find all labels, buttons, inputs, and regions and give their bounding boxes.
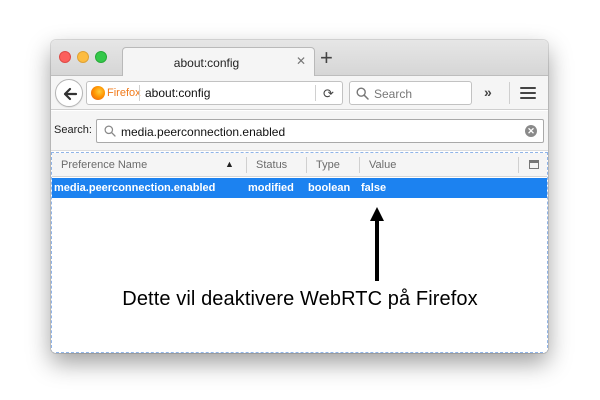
column-header-status[interactable]: Status [256, 159, 287, 171]
config-search-label: Search: [54, 124, 92, 136]
column-divider[interactable] [359, 157, 360, 173]
overflow-chevron-icon[interactable]: » [484, 84, 492, 100]
config-search-value: media.peerconnection.enabled [121, 125, 286, 139]
close-tab-icon[interactable]: ✕ [296, 54, 306, 68]
cell-status: modified [248, 182, 294, 194]
column-divider[interactable] [518, 157, 519, 173]
cell-value: false [361, 182, 387, 194]
url-text[interactable]: about:config [145, 86, 210, 100]
navigation-bar: Firefox about:config ⟳ Search » [51, 76, 548, 110]
new-tab-button[interactable]: + [320, 47, 333, 69]
annotation-caption: Dette vil deaktivere WebRTC på Firefox [122, 288, 478, 310]
column-divider[interactable] [246, 157, 247, 173]
table-row[interactable]: media.peerconnection.enabled modified bo… [52, 178, 547, 198]
clear-search-icon[interactable]: ✕ [525, 125, 537, 137]
zoom-window-button[interactable] [95, 51, 107, 63]
column-picker-icon[interactable] [529, 160, 539, 169]
config-search-input[interactable]: media.peerconnection.enabled ✕ [96, 119, 544, 143]
table-header: Preference Name ▲ Status Type Value [52, 153, 547, 177]
firefox-logo-icon [91, 86, 105, 100]
preferences-table: Preference Name ▲ Status Type Value medi… [51, 152, 548, 353]
cell-preference-name: media.peerconnection.enabled [54, 182, 216, 194]
column-header-value[interactable]: Value [369, 159, 396, 171]
config-search-row: Search: media.peerconnection.enabled ✕ [51, 111, 548, 151]
tab-title: about:config [173, 56, 240, 70]
search-icon [356, 87, 369, 100]
back-arrow-icon [63, 87, 78, 101]
url-separator [139, 85, 140, 101]
column-divider[interactable] [306, 157, 307, 173]
cell-type: boolean [308, 182, 351, 194]
tab-about-config[interactable]: about:config ✕ [122, 47, 315, 77]
url-bar[interactable]: Firefox about:config ⟳ [86, 81, 343, 105]
tab-strip: about:config ✕ + [51, 40, 548, 77]
search-placeholder: Search [374, 87, 413, 101]
annotation-arrow-icon [370, 207, 384, 281]
column-header-preference-name[interactable]: Preference Name [61, 159, 147, 171]
reload-separator [315, 85, 316, 101]
column-header-type[interactable]: Type [316, 159, 340, 171]
toolbar-divider [509, 82, 510, 104]
web-search-bar[interactable]: Search [349, 81, 472, 105]
identity-label: Firefox [107, 87, 141, 99]
sort-ascending-icon: ▲ [225, 159, 234, 169]
search-icon [104, 125, 116, 137]
reload-icon[interactable]: ⟳ [323, 86, 334, 102]
back-button[interactable] [55, 79, 83, 107]
hamburger-menu-icon[interactable] [520, 87, 536, 102]
minimize-window-button[interactable] [77, 51, 89, 63]
close-window-button[interactable] [59, 51, 71, 63]
